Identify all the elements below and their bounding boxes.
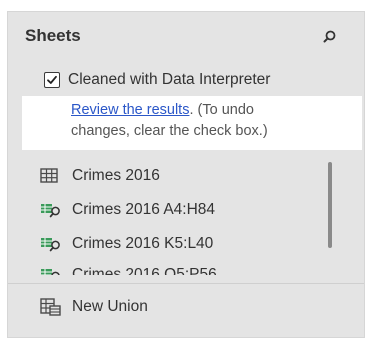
sheet-item-crimes-2016-k5-l40[interactable]: Crimes 2016 K5:L40	[40, 232, 213, 256]
note-text-line-1: . (To undo	[189, 102, 254, 118]
search-button[interactable]	[321, 28, 339, 46]
sheet-item-crimes-2016[interactable]: Crimes 2016	[40, 164, 160, 188]
sheet-label: Crimes 2016 K5:L40	[72, 235, 214, 252]
sheet-label: Crimes 2016	[72, 167, 160, 184]
scrollbar-thumb[interactable]	[328, 162, 332, 248]
found-table-icon	[40, 266, 62, 275]
interpreter-note: Review the results. (To undo changes, cl…	[22, 96, 362, 150]
checkmark-icon	[47, 75, 57, 84]
table-sheet-icon	[40, 167, 62, 185]
found-table-icon	[40, 201, 62, 219]
data-interpreter-checkbox[interactable]	[44, 72, 60, 88]
sheet-item-crimes-2016-a4-h84[interactable]: Crimes 2016 A4:H84	[40, 198, 215, 222]
found-table-icon	[40, 235, 62, 253]
new-union-label: New Union	[72, 298, 148, 315]
note-text-line-2: changes, clear the check box.)	[71, 123, 268, 139]
search-icon	[323, 30, 336, 43]
panel-title: Sheets	[25, 26, 81, 45]
new-union-icon	[40, 298, 62, 316]
divider	[8, 283, 364, 284]
sheets-list: Crimes 2016 Crimes 2016 A4:H84 Crimes 20…	[8, 162, 328, 275]
data-interpreter-label: Cleaned with Data Interpreter	[68, 71, 271, 88]
sheets-scrollbar[interactable]	[326, 162, 334, 277]
data-interpreter-option: Cleaned with Data Interpreter	[44, 68, 270, 92]
sheets-header: Sheets	[8, 12, 364, 58]
new-union-item[interactable]: New Union	[40, 295, 148, 319]
sheet-label: Crimes 2016 A4:H84	[72, 201, 216, 218]
sheets-panel: Sheets Cleaned with Data Interpreter Rev…	[8, 12, 364, 337]
sheet-label: Crimes 2016 O5:P56	[72, 266, 217, 275]
review-results-link[interactable]: Review the results	[71, 102, 189, 118]
sheet-item-crimes-2016-o5-p56[interactable]: Crimes 2016 O5:P56	[40, 263, 217, 275]
